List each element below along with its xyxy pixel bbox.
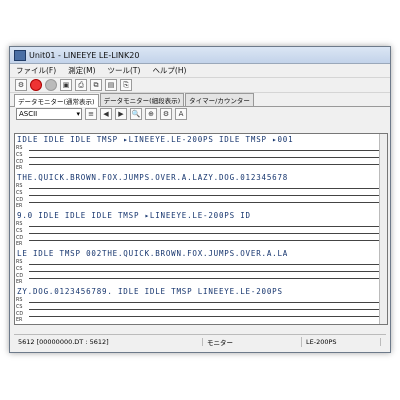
status-model: LE-200PS <box>302 337 381 346</box>
monitor-row: IDLE IDLE IDLE TMSP ▸LINEEYE.LE-200PS ID… <box>15 134 387 172</box>
list-icon[interactable]: ≡ <box>85 108 97 120</box>
cd-wave <box>29 240 383 241</box>
monitor-row: ZY.DOG.0123456789. IDLE IDLE TMSP LINEEY… <box>15 286 387 324</box>
row-data: IDLE IDLE IDLE TMSP ▸LINEEYE.LE-200PS ID… <box>17 135 294 144</box>
er-label: ER <box>16 204 23 209</box>
monitor-row: 9.0 IDLE IDLE IDLE TMSP ▸LINEEYE.LE-200P… <box>15 210 387 248</box>
app-icon <box>14 49 26 61</box>
monitor-row: LE IDLE TMSP 002THE.QUICK.BROWN.FOX.JUMP… <box>15 248 387 286</box>
title-bar: Unit01 - LINEEYE LE-LINK20 <box>10 47 390 64</box>
er-label: ER <box>16 318 23 323</box>
row-data: 9.0 IDLE IDLE IDLE TMSP ▸LINEEYE.LE-200P… <box>17 211 251 220</box>
cd-label: CD <box>16 160 24 165</box>
cd-label: CD <box>16 274 24 279</box>
er-label: ER <box>16 166 23 171</box>
rs-label: RS <box>16 184 23 189</box>
rs-wave <box>29 188 383 189</box>
settings-icon[interactable]: ⚙ <box>160 108 172 120</box>
code-toolbar: ASCII ≡ ◀ ▶ 🔍 ⊕ ⚙ A <box>10 107 390 121</box>
row-data: LE IDLE TMSP 002THE.QUICK.BROWN.FOX.JUMP… <box>17 249 289 258</box>
monitor-row: THE.QUICK.BROWN.FOX.JUMPS.OVER.A.LAZY.DO… <box>15 172 387 210</box>
menu-file[interactable]: ファイル(F) <box>16 65 56 76</box>
toolbar: ⚙ ▣ ⎙ ⧉ ▤ ⎘ <box>10 78 390 93</box>
tab-strip: データモニター(通常表示) データモニター(細段表示) タイマー/カウンター <box>10 93 390 107</box>
rs-wave <box>29 302 383 303</box>
cd-label: CD <box>16 198 24 203</box>
prev-icon[interactable]: ◀ <box>100 108 112 120</box>
cs-label: CS <box>16 229 23 234</box>
er-label: ER <box>16 280 23 285</box>
rs-label: RS <box>16 146 23 151</box>
cs-label: CS <box>16 267 23 272</box>
print-icon[interactable]: ⎙ <box>75 79 87 91</box>
view-icon[interactable]: ▤ <box>105 79 117 91</box>
cs-label: CS <box>16 191 23 196</box>
record-icon[interactable] <box>30 79 42 91</box>
rs-wave <box>29 264 383 265</box>
window-title: Unit01 - LINEEYE LE-LINK20 <box>29 50 140 60</box>
paste-icon[interactable]: ⎘ <box>120 79 132 91</box>
cs-wave <box>29 309 383 310</box>
cd-wave <box>29 278 383 279</box>
row-data: THE.QUICK.BROWN.FOX.JUMPS.OVER.A.LAZY.DO… <box>17 173 289 182</box>
app-window: Unit01 - LINEEYE LE-LINK20 ファイル(F) 測定(M)… <box>9 46 391 353</box>
rs-wave <box>29 226 383 227</box>
status-bar: 5612 [00000000.DT : 5612] モニター LE-200PS <box>14 334 386 348</box>
next-icon[interactable]: ▶ <box>115 108 127 120</box>
cs-wave <box>29 271 383 272</box>
er-label: ER <box>16 242 23 247</box>
font-icon[interactable]: A <box>175 108 187 120</box>
tab-monitor-normal[interactable]: データモニター(通常表示) <box>14 94 99 107</box>
cs-wave <box>29 233 383 234</box>
cs-label: CS <box>16 153 23 158</box>
stop-icon[interactable] <box>45 79 57 91</box>
menu-tools[interactable]: ツール(T) <box>108 65 141 76</box>
tab-timer-counter[interactable]: タイマー/カウンター <box>185 93 254 106</box>
cd-wave <box>29 316 383 317</box>
rs-label: RS <box>16 222 23 227</box>
rs-wave <box>29 150 383 151</box>
status-count: 5612 [00000000.DT : 5612] <box>14 337 203 346</box>
rs-label: RS <box>16 260 23 265</box>
menu-help[interactable]: ヘルプ(H) <box>152 65 186 76</box>
menu-bar: ファイル(F) 測定(M) ツール(T) ヘルプ(H) <box>10 64 390 78</box>
tab-monitor-detail[interactable]: データモニター(細段表示) <box>99 93 185 106</box>
cs-label: CS <box>16 305 23 310</box>
vertical-scrollbar[interactable] <box>379 134 387 324</box>
search-icon[interactable]: 🔍 <box>130 108 142 120</box>
status-mode: モニター <box>203 336 302 347</box>
menu-measure[interactable]: 測定(M) <box>68 65 95 76</box>
copy-icon[interactable]: ⧉ <box>90 79 102 91</box>
code-select[interactable]: ASCII <box>16 108 82 120</box>
cd-label: CD <box>16 312 24 317</box>
cd-wave <box>29 202 383 203</box>
cs-wave <box>29 195 383 196</box>
save-icon[interactable]: ▣ <box>60 79 72 91</box>
connect-icon[interactable]: ⚙ <box>15 79 27 91</box>
row-data: ZY.DOG.0123456789. IDLE IDLE TMSP LINEEY… <box>17 287 283 296</box>
cd-wave <box>29 164 383 165</box>
zoom-icon[interactable]: ⊕ <box>145 108 157 120</box>
data-monitor[interactable]: IDLE IDLE IDLE TMSP ▸LINEEYE.LE-200PS ID… <box>14 133 388 325</box>
rs-label: RS <box>16 298 23 303</box>
cs-wave <box>29 157 383 158</box>
cd-label: CD <box>16 236 24 241</box>
